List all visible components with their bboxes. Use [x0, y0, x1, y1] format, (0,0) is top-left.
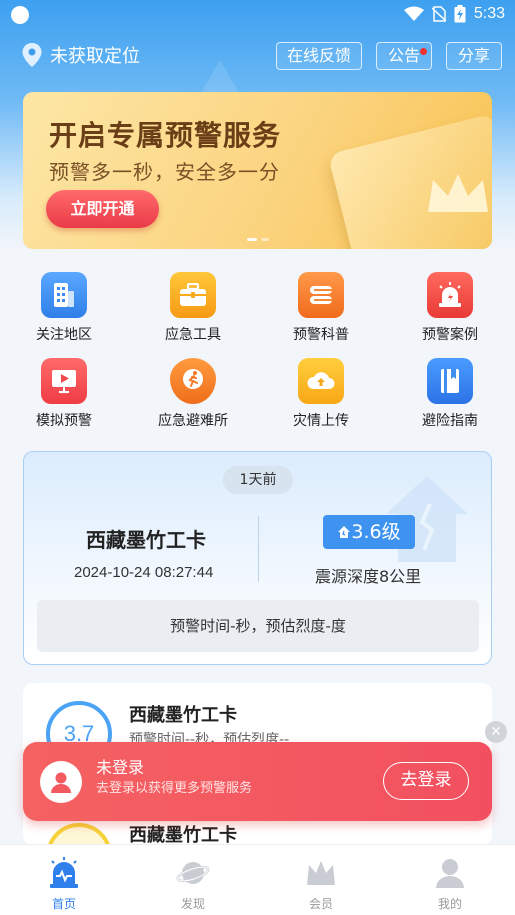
top-header: 未获取定位 在线反馈 公告 分享: [0, 40, 515, 72]
book-stack-icon: [298, 272, 344, 318]
time-ago-badge: 1天前: [223, 466, 293, 494]
shortcut-label: 应急工具: [165, 327, 221, 343]
nav-membership[interactable]: 会员: [281, 857, 361, 912]
shortcut-shelters[interactable]: 应急避难所: [143, 358, 243, 430]
location-pin-icon: [22, 43, 42, 67]
share-button[interactable]: 分享: [446, 42, 502, 70]
event-location: 西藏墨竹工卡: [129, 825, 237, 845]
nav-label: 首页: [51, 897, 76, 911]
user-icon: [436, 859, 464, 888]
shortcut-simulated-warning[interactable]: 模拟预警: [14, 358, 114, 430]
shortcut-safety-guide[interactable]: 避险指南: [400, 358, 500, 430]
unread-badge: [420, 48, 427, 55]
magnitude-value: 3.6级: [351, 521, 401, 543]
magnitude-badge: 3.6级: [323, 515, 415, 549]
notice-label: 公告: [387, 46, 420, 65]
location-text: 未获取定位: [50, 46, 140, 67]
notice-button[interactable]: 公告: [376, 42, 432, 70]
close-toast-button[interactable]: ✕: [485, 721, 507, 743]
bottom-navigation: 首页 发现 会员 我的: [0, 844, 515, 915]
quake-location: 西藏墨竹工卡: [86, 528, 206, 552]
shortcut-label: 避险指南: [422, 413, 478, 429]
banner-subtitle: 预警多一秒，安全多一分: [49, 160, 280, 184]
feedback-button[interactable]: 在线反馈: [276, 42, 362, 70]
building-icon: [41, 272, 87, 318]
play-screen-icon: [41, 358, 87, 404]
status-icons: 5:33: [403, 5, 505, 23]
carousel-indicator: [23, 226, 492, 245]
crown-icon: [428, 174, 488, 212]
shortcut-watch-region[interactable]: 关注地区: [14, 272, 114, 344]
magnitude-circle: [46, 823, 112, 845]
carousel-dot: [260, 238, 269, 241]
shortcut-disaster-upload[interactable]: 灾情上传: [271, 358, 371, 430]
crown-icon: [307, 861, 335, 885]
activate-now-button[interactable]: 立即开通: [46, 190, 159, 228]
promo-banner[interactable]: 开启专属预警服务 预警多一秒，安全多一分 立即开通: [23, 92, 492, 249]
toast-subtitle: 去登录以获得更多预警服务: [96, 781, 253, 796]
nav-label: 会员: [308, 897, 333, 911]
no-sim-icon: [431, 6, 446, 22]
toast-title: 未登录: [96, 758, 145, 777]
shortcut-label: 灾情上传: [293, 413, 349, 429]
quake-depth: 震源深度8公里: [315, 567, 422, 586]
guide-book-icon: [427, 358, 473, 404]
shortcut-label: 预警案例: [422, 327, 478, 343]
nav-profile[interactable]: 我的: [410, 857, 490, 912]
login-button[interactable]: 去登录: [383, 762, 469, 800]
divider: [258, 516, 259, 582]
shortcut-label: 预警科普: [293, 327, 349, 343]
alarm-light-icon: [427, 272, 473, 318]
location-selector[interactable]: 未获取定位: [22, 42, 140, 68]
clock: 5:33: [473, 5, 505, 22]
house-icon: [338, 526, 351, 538]
warning-summary: 预警时间-秒，预估烈度-度: [37, 600, 479, 652]
shortcut-label: 模拟预警: [36, 413, 92, 429]
shortcut-label: 关注地区: [36, 327, 92, 343]
quake-datetime: 2024-10-24 08:27:44: [74, 564, 214, 581]
home-alarm-icon: [50, 857, 78, 888]
nav-label: 我的: [437, 897, 462, 911]
latest-quake-card[interactable]: 1天前 西藏墨竹工卡 2024-10-24 08:27:44 3.6级 震源深度…: [23, 451, 492, 665]
planet-icon: [176, 862, 210, 884]
nav-home[interactable]: 首页: [24, 857, 104, 912]
nav-discover[interactable]: 发现: [153, 857, 233, 912]
shortcut-label: 应急避难所: [158, 413, 228, 429]
toolbox-icon: [170, 272, 216, 318]
cloud-upload-icon: [298, 358, 344, 404]
status-bar: 5:33: [0, 0, 515, 30]
wifi-icon: [403, 6, 424, 21]
carousel-dot-active: [246, 238, 257, 241]
notification-dot-icon: [11, 6, 29, 24]
shortcut-warning-cases[interactable]: 预警案例: [400, 272, 500, 344]
login-prompt-toast: 未登录 去登录以获得更多预警服务 去登录: [23, 742, 492, 821]
shortcut-emergency-tools[interactable]: 应急工具: [143, 272, 243, 344]
user-avatar-icon: [40, 761, 82, 803]
banner-title: 开启专属预警服务: [49, 119, 282, 152]
battery-charging-icon: [454, 5, 466, 23]
running-person-icon: [170, 358, 216, 404]
shortcut-warning-education[interactable]: 预警科普: [271, 272, 371, 344]
event-location: 西藏墨竹工卡: [129, 705, 237, 726]
nav-label: 发现: [180, 897, 205, 911]
